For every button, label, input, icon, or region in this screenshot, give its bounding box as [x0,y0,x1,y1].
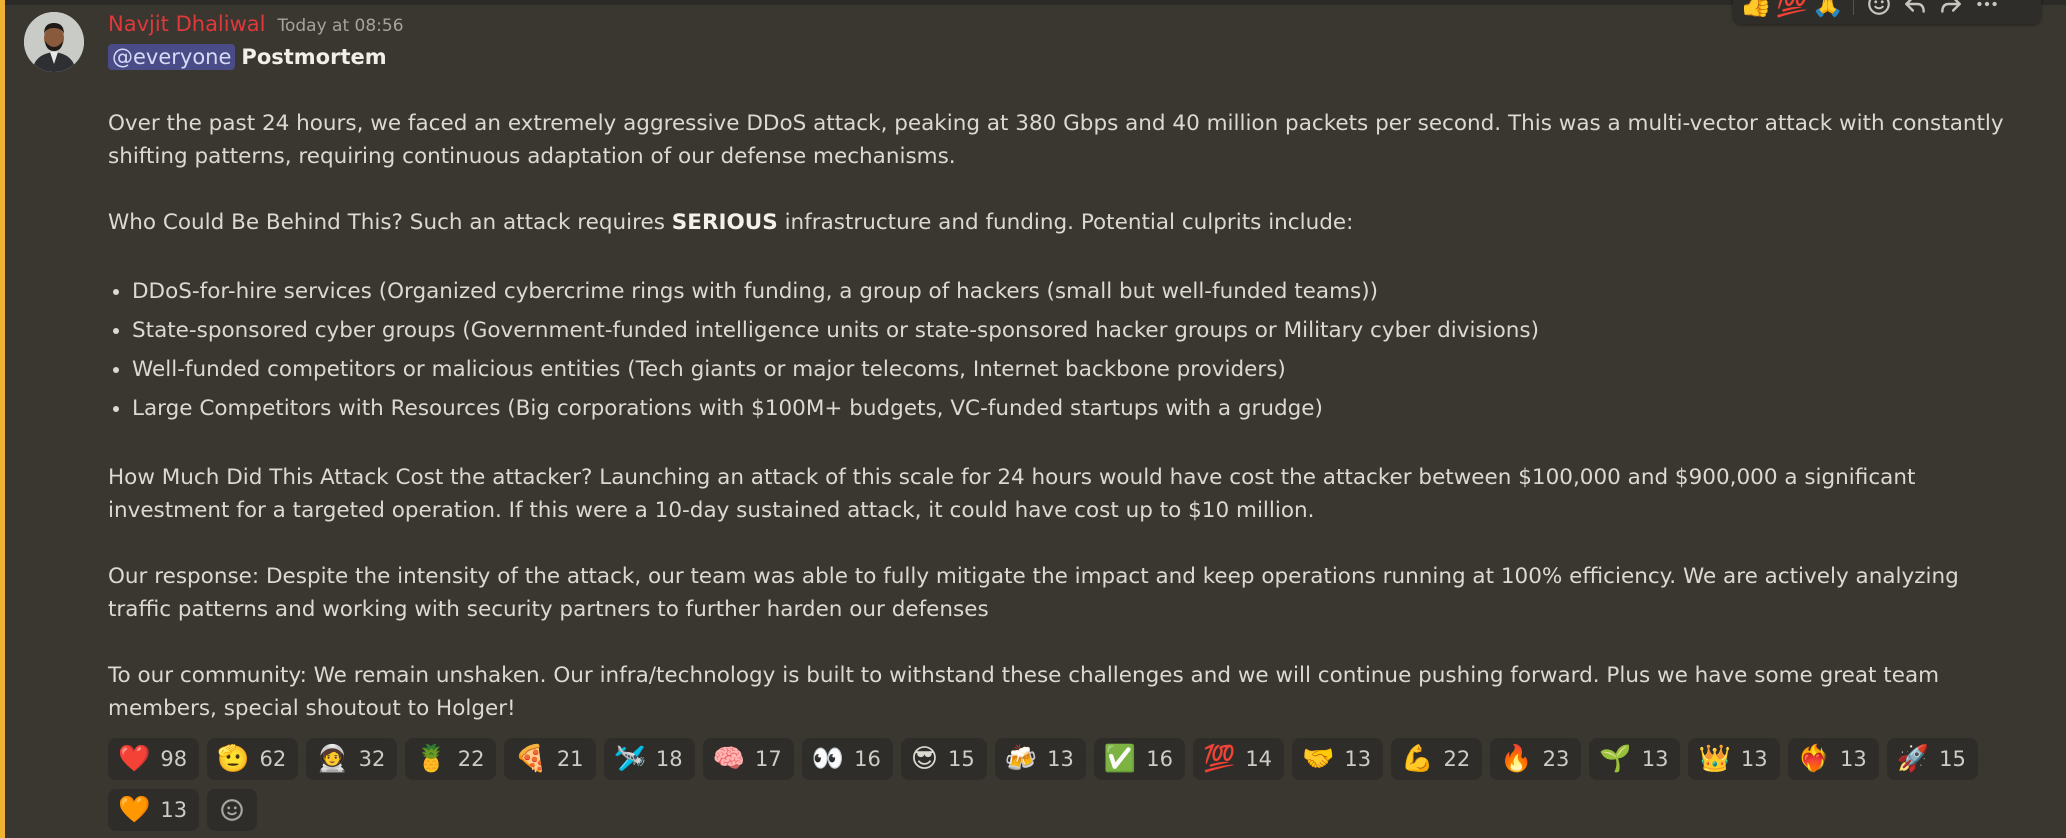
reaction-pill[interactable]: 👀 16 [801,738,893,780]
reaction-emoji: 🧑‍🚀 [316,744,349,774]
reaction-emoji: 💪 [1401,744,1434,774]
reaction-emoji: 😎 [910,744,938,774]
add-reaction-button[interactable] [1862,0,1896,20]
reaction-pill[interactable]: ✅ 16 [1093,738,1185,780]
reply-button[interactable] [1898,0,1932,20]
message-actions-toolbar: 👍 💯 🙏 [1733,0,2041,24]
timestamp[interactable]: Today at 08:56 [277,16,403,36]
reaction-pill[interactable]: ❤️ 98 [108,738,200,780]
reaction-emoji: 🤝 [1302,744,1335,774]
smiley-add-icon [221,799,243,821]
reaction-count: 14 [1245,747,1273,771]
reaction-count: 62 [259,747,287,771]
avatar-image [24,12,84,72]
list-item: State-sponsored cyber groups (Government… [132,311,2018,350]
quick-reaction-100[interactable]: 💯 [1775,0,1809,20]
paragraph-community: To our community: We remain unshaken. Ou… [108,663,1940,721]
message-header: Navjit Dhaliwal Today at 08:56 [108,12,404,36]
more-icon [1977,1,1997,7]
reaction-emoji: 🍍 [415,744,448,774]
paragraph-attack-cost: How Much Did This Attack Cost the attack… [108,465,1916,523]
list-item: Well-funded competitors or malicious ent… [132,350,2018,389]
reaction-pill[interactable]: 👑 13 [1688,738,1780,780]
reaction-emoji: 🔥 [1500,744,1533,774]
reaction-emoji: 🧡 [118,795,151,825]
reaction-emoji: 🌱 [1599,744,1632,774]
reaction-count: 13 [160,798,188,822]
paragraph-culprits-intro: Who Could Be Behind This? Such an attack… [108,206,2018,239]
reaction-count: 15 [1939,747,1966,771]
reaction-pill[interactable]: 💪 22 [1391,738,1483,780]
reaction-count: 17 [755,747,782,771]
reaction-emoji: 🛩️ [613,744,646,774]
reaction-emoji: 🧠 [712,744,746,774]
reaction-count: 98 [160,747,188,771]
reaction-pill[interactable]: 🍍 22 [405,738,497,780]
reaction-count: 13 [1344,747,1372,771]
reaction-emoji: 🚀 [1896,744,1930,774]
reaction-emoji: ✅ [1103,744,1137,774]
reaction-emoji: 🍕 [514,744,547,774]
reaction-count: 16 [1146,747,1173,771]
reaction-count: 15 [947,747,975,771]
reaction-count: 23 [1542,747,1570,771]
author-name[interactable]: Navjit Dhaliwal [108,12,265,36]
forward-icon [1941,0,1961,13]
culprits-list: DDoS-for-hire services (Organized cyberc… [108,272,2018,428]
reaction-count: 13 [1047,747,1074,771]
reaction-pill[interactable]: ❤️‍🔥 13 [1787,738,1879,780]
paragraph-response: Our response: Despite the intensity of t… [108,564,1959,622]
message-title: Postmortem [241,45,387,69]
reaction-pill[interactable]: 🧡 13 [108,789,200,831]
reaction-count: 13 [1839,747,1867,771]
reaction-pill[interactable]: 🚀 15 [1886,738,1978,780]
forward-button[interactable] [1934,0,1968,20]
reaction-count: 22 [457,747,485,771]
reaction-pill[interactable]: 🍕 21 [504,738,596,780]
reply-icon [1905,0,1925,13]
reaction-pill[interactable]: 🫡 62 [207,738,299,780]
quick-reaction-thumbsup[interactable]: 👍 [1739,0,1773,20]
list-item: DDoS-for-hire services (Organized cyberc… [132,272,2018,311]
more-button[interactable] [1970,0,2004,20]
mention-highlight-bar [0,0,5,838]
reaction-count: 13 [1641,747,1669,771]
culprits-intro-text: Who Could Be Behind This? Such an attack… [108,210,672,235]
everyone-mention[interactable]: @everyone [108,44,236,70]
reactions-bar: ❤️ 98 🫡 62 🧑‍🚀 32 🍍 22 🍕 21 🛩️ 18 🧠 17 👀 16 😎 15 … [108,738,2018,831]
reaction-emoji: 💯 [1202,744,1236,774]
reaction-pill[interactable]: 🌱 13 [1589,738,1681,780]
reaction-emoji: ❤️ [118,744,151,774]
message-title-line: @everyone Postmortem [108,44,387,70]
reaction-pill[interactable]: 🧑‍🚀 32 [306,738,398,780]
reaction-emoji: 👑 [1698,744,1731,774]
message-content: Over the past 24 hours, we faced an extr… [108,107,2018,758]
smiley-add-icon [1868,0,1890,15]
reaction-pill[interactable]: 🍻 13 [994,738,1086,780]
reaction-pill[interactable]: 💯 14 [1192,738,1285,780]
avatar[interactable] [24,12,84,72]
toolbar-divider [1853,0,1854,15]
reaction-emoji: 🍻 [1004,744,1038,774]
quick-reaction-pray[interactable]: 🙏 [1811,0,1845,20]
paragraph-attack-summary: Over the past 24 hours, we faced an extr… [108,111,2004,169]
reaction-pill[interactable]: 😎 15 [900,738,987,780]
reaction-count: 32 [358,747,386,771]
reaction-count: 18 [655,747,683,771]
reaction-emoji: 👀 [811,744,845,774]
reaction-count: 16 [854,747,881,771]
list-item: Large Competitors with Resources (Big co… [132,389,2018,428]
reaction-emoji: ❤️‍🔥 [1797,744,1830,774]
reaction-pill[interactable]: 🛩️ 18 [603,738,695,780]
reaction-pill[interactable]: 🤝 13 [1292,738,1384,780]
reaction-count: 13 [1740,747,1768,771]
reaction-count: 22 [1443,747,1471,771]
culprits-intro-text-end: infrastructure and funding. Potential cu… [777,210,1354,235]
reaction-emoji: 🫡 [217,744,250,774]
add-reaction-pill[interactable] [207,789,258,831]
reaction-pill[interactable]: 🔥 23 [1490,738,1582,780]
reaction-count: 21 [556,747,584,771]
reaction-pill[interactable]: 🧠 17 [702,738,794,780]
emphasis-serious: SERIOUS [671,210,778,235]
